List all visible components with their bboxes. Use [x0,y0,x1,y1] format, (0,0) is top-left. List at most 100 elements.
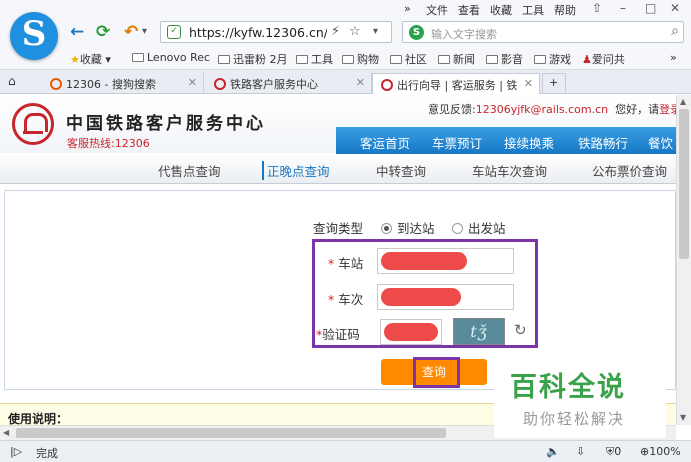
hotline: 客服热线:12306 [67,137,150,150]
tab-travel-guide[interactable]: 出行向导 | 客运服务 | 铁 ✕ [372,73,540,94]
radio-departure[interactable]: 出发站 [452,218,506,237]
search-placeholder[interactable]: 输入文字搜索 [431,26,497,42]
bookmark-media[interactable]: 影音 [486,51,523,67]
bookmark-lenovo[interactable]: Lenovo Rec [132,51,210,64]
status-text: 完成 [36,447,58,460]
captcha-input[interactable] [380,319,442,345]
address-bar[interactable]: ✓ https://kyfw.12306.cn/otr ⚡ ☆ ▾ [160,21,392,43]
site-title: 中国铁路客户服务中心 [66,114,266,134]
scroll-thumb[interactable] [16,428,446,438]
subnav-station-train-query[interactable]: 车站车次查询 [472,161,547,180]
subnav-agency-query[interactable]: 代售点查询 [158,161,221,180]
secure-lock-icon: ✓ [167,25,181,39]
undo-dropdown-icon[interactable]: ▾ [142,26,147,37]
menu-tools[interactable]: 工具 [522,2,544,18]
favorite-star-icon[interactable]: ☆ [349,24,361,39]
undo-icon[interactable]: ↶ [124,22,138,42]
station-label: * 车站 [328,256,364,271]
folder-icon [486,55,498,64]
address-url[interactable]: https://kyfw.12306.cn/otr [189,25,327,40]
bookmark-iask[interactable]: ♟爱问共 [582,51,625,67]
scroll-up-icon[interactable]: ▲ [680,97,686,106]
sound-icon[interactable]: 🔈 [546,445,560,458]
folder-icon [132,53,144,62]
maximize-icon[interactable]: □ [645,1,656,15]
railway-favicon-icon [214,78,226,90]
railway-favicon-icon [381,79,393,91]
redacted-value [381,288,461,306]
nav-railway-pass[interactable]: 铁路畅行 [578,133,628,152]
scroll-thumb[interactable] [679,109,689,259]
radio-arrival[interactable]: 到达站 [381,218,435,237]
close-tab-icon[interactable]: ✕ [356,76,365,89]
search-box[interactable]: S 输入文字搜索 ⌕ [402,21,684,43]
tab-title: 12306 - 搜狗搜索 [66,78,156,91]
menu-help[interactable]: 帮助 [554,2,576,18]
status-bar: |▷ 完成 🔈 ⇩ ⛨0 ⊕100% [0,440,691,462]
tab-title: 出行向导 | 客运服务 | 铁 [397,79,518,92]
search-engine-icon[interactable]: S [409,25,424,40]
bookmark-tools[interactable]: 工具 [296,51,333,67]
menu-overflow-icon[interactable]: » [404,2,411,15]
feedback-email-link[interactable]: 12306yjfk@rails.com.cn [476,103,608,116]
tab-sogou-search[interactable]: 12306 - 搜狗搜索 ✕ [42,73,204,94]
search-icon[interactable]: ⌕ [671,23,679,39]
close-window-icon[interactable]: ✕ [670,1,680,15]
close-tab-icon[interactable]: ✕ [188,76,197,89]
skin-icon[interactable]: ⇧ [592,1,602,15]
zoom-control[interactable]: ⊕100% [640,445,681,458]
nav-ticket-booking[interactable]: 车票预订 [432,133,482,152]
address-dropdown-icon[interactable]: ▾ [373,26,378,37]
menu-file[interactable]: 文件 [426,2,448,18]
subnav-punctuality-query[interactable]: 正晚点查询 [262,161,330,180]
scroll-left-icon[interactable]: ◀ [3,428,9,437]
redacted-value [381,252,467,270]
station-input[interactable] [377,248,514,274]
bookmarks-overflow-icon[interactable]: » [670,51,677,64]
browser-logo-icon[interactable]: S [10,12,58,60]
minimize-icon[interactable]: – [620,1,626,15]
adblock-count: 0 [614,445,622,458]
menu-view[interactable]: 查看 [458,2,480,18]
railway-logo-icon[interactable] [12,103,54,145]
adblock-icon[interactable]: ⛨0 [606,445,621,459]
download-icon[interactable]: ⇩ [576,445,585,458]
nav-passenger-home[interactable]: 客运首页 [360,133,410,152]
subnav-fare-query[interactable]: 公布票价查询 [592,161,667,180]
home-icon[interactable]: ⌂ [8,74,16,88]
menu-favorites[interactable]: 收藏 [490,2,512,18]
close-tab-icon[interactable]: ✕ [524,77,533,90]
folder-icon [534,55,546,64]
bookmark-favorites[interactable]: ★收藏 ▾ [70,51,111,67]
watermark-subtitle: 助你轻松解决 [523,410,626,428]
navigation-toolbar: ← ⟳ ↶ ▾ ✓ https://kyfw.12306.cn/otr ⚡ ☆ … [0,18,691,46]
scroll-down-icon[interactable]: ▼ [680,413,686,422]
bookmark-news[interactable]: 新闻 [438,51,475,67]
star-icon: ★ [70,53,80,66]
captcha-label: *验证码 [316,327,360,342]
sub-navigation: 代售点查询 正晚点查询 中转查询 车站车次查询 公布票价查询 [0,154,676,184]
tab-railway-service[interactable]: 铁路客户服务中心 ✕ [206,73,372,94]
back-icon[interactable]: ← [70,22,84,42]
refresh-icon[interactable]: ⟳ [96,22,110,42]
captcha-image[interactable]: tǯ [453,318,505,345]
new-tab-button[interactable]: + [542,73,566,94]
train-number-input[interactable] [377,284,514,310]
refresh-captcha-icon[interactable]: ↻ [514,321,527,339]
bookmark-community[interactable]: 社区 [390,51,427,67]
lightning-icon[interactable]: ⚡ [331,24,340,39]
tab-strip: ⌂ 12306 - 搜狗搜索 ✕ 铁路客户服务中心 ✕ 出行向导 | 客运服务 … [0,70,691,94]
bookmark-xunlei[interactable]: 迅雷粉 2月 [218,51,288,67]
folder-icon [438,55,450,64]
vertical-scrollbar[interactable]: ▲ ▼ [676,95,691,425]
watermark-title: 百科全说 [510,372,626,403]
bookmark-shopping[interactable]: 购物 [342,51,379,67]
nav-transfer[interactable]: 接续换乘 [504,133,554,152]
folder-icon [390,55,402,64]
nav-catering[interactable]: 餐饮 [648,133,673,152]
radio-checked-icon [381,223,392,234]
subnav-transfer-query[interactable]: 中转查询 [376,161,426,180]
redacted-value [384,323,438,341]
sidebar-toggle-icon[interactable]: |▷ [10,445,22,458]
bookmark-games[interactable]: 游戏 [534,51,571,67]
